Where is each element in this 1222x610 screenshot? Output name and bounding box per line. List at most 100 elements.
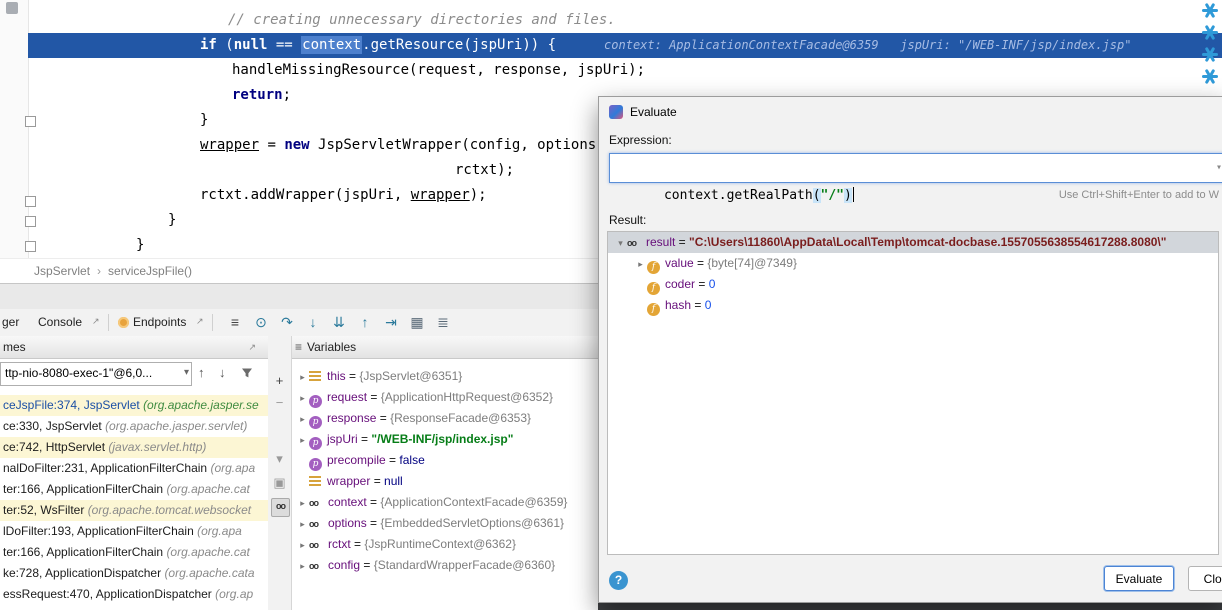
- show-execution-point-icon[interactable]: ⊙: [248, 312, 274, 332]
- variables-list: ▸this = {JspServlet@6351}▸prequest = {Ap…: [292, 359, 598, 576]
- chevron-down-icon[interactable]: ▾: [1216, 154, 1222, 182]
- expand-chevron-icon[interactable]: ▸: [296, 388, 309, 408]
- force-step-into-icon[interactable]: ⇊: [326, 312, 352, 332]
- frame-row[interactable]: ter:166, ApplicationFilterChain (org.apa…: [0, 542, 268, 563]
- watch-glasses-icon: oo: [627, 233, 643, 253]
- code-token: handleMissingResource(request, response,…: [232, 62, 645, 78]
- gear-mark-icon[interactable]: [1202, 2, 1218, 18]
- frame-row[interactable]: essRequest:470, ApplicationDispatcher (o…: [0, 584, 268, 605]
- frame-location: essRequest:470, ApplicationDispatcher: [3, 587, 215, 601]
- frames-header: mes ↗: [0, 336, 268, 359]
- frame-row[interactable]: lDoFilter:193, ApplicationFilterChain (o…: [0, 521, 268, 542]
- remove-watch-icon[interactable]: −: [271, 394, 288, 411]
- chevron-down-icon[interactable]: ▾: [184, 363, 189, 383]
- parameter-icon: p: [309, 458, 322, 471]
- gear-mark-icon[interactable]: [1202, 24, 1218, 40]
- fold-marker-icon[interactable]: [25, 241, 36, 252]
- variable-row[interactable]: ▸prequest = {ApplicationHttpRequest@6352…: [292, 387, 598, 408]
- frame-row[interactable]: ter:166, ApplicationFilterChain (org.apa…: [0, 479, 268, 500]
- expression-input[interactable]: context.getRealPath("/") ▾: [609, 153, 1222, 183]
- variable-name: precompile: [327, 453, 386, 467]
- frame-package: (org.apache.cata: [164, 566, 254, 580]
- duplicate-node-icon[interactable]: ▣: [271, 474, 288, 491]
- dialog-titlebar[interactable]: Evaluate: [599, 97, 1222, 127]
- variables-header: ≡Variables: [292, 336, 598, 359]
- variable-value: {ApplicationContextFacade@6359}: [380, 495, 567, 509]
- code-token: ==: [267, 37, 301, 53]
- thread-selector[interactable]: ttp-nio-8080-exec-1"@6,0... ▾: [0, 362, 192, 386]
- frame-row[interactable]: ce:330, JspServlet (org.apache.jasper.se…: [0, 416, 268, 437]
- filter-frames-icon[interactable]: [241, 367, 253, 382]
- parameter-icon: p: [309, 395, 322, 408]
- view-grid-icon[interactable]: ▦: [404, 312, 430, 332]
- text-caret: [853, 187, 854, 202]
- tab-debugger[interactable]: ger: [2, 315, 19, 329]
- code-token: rctxt);: [455, 162, 514, 178]
- fold-marker-icon[interactable]: [25, 216, 36, 227]
- expand-chevron-icon[interactable]: ▸: [634, 254, 647, 274]
- code-line: // creating unnecessary directories and …: [228, 8, 616, 33]
- gear-mark-icon[interactable]: [1202, 46, 1218, 62]
- expand-chevron-icon[interactable]: ▸: [296, 430, 309, 450]
- settings-menu-icon[interactable]: ≡: [222, 312, 248, 332]
- show-watches-icon[interactable]: oo: [271, 498, 290, 517]
- add-watch-icon[interactable]: +: [271, 372, 288, 389]
- step-into-icon[interactable]: ↓: [300, 312, 326, 332]
- variable-row[interactable]: ▸pjspUri = "/WEB-INF/jsp/index.jsp": [292, 429, 598, 450]
- evaluate-dialog: Evaluate Expression: context.getRealPath…: [598, 96, 1222, 603]
- frame-row[interactable]: ce:742, HttpServlet (javax.servlet.http): [0, 437, 268, 458]
- variable-row[interactable]: ▸ooconfig = {StandardWrapperFacade@6360}: [292, 555, 598, 576]
- pin-icon[interactable]: ↗: [196, 316, 204, 327]
- fold-marker-icon[interactable]: [25, 196, 36, 207]
- breadcrumb-item-method[interactable]: serviceJspFile(): [108, 264, 192, 278]
- tab-console[interactable]: Console: [38, 315, 82, 329]
- frame-row[interactable]: nalDoFilter:231, ApplicationFilterChain …: [0, 458, 268, 479]
- expand-chevron-icon[interactable]: ▸: [296, 409, 309, 429]
- pin-icon[interactable]: ↗: [248, 336, 256, 358]
- variable-row[interactable]: pprecompile = false: [292, 450, 598, 471]
- variable-row[interactable]: fhash = 0: [608, 295, 1218, 316]
- variable-row[interactable]: ▸this = {JspServlet@6351}: [292, 366, 598, 387]
- breadcrumb-item-class[interactable]: JspServlet: [34, 264, 90, 278]
- toolbar-separator: [212, 314, 213, 331]
- equals-sign: =: [370, 474, 384, 488]
- frame-row[interactable]: ceJspFile:374, JspServlet (org.apache.ja…: [0, 395, 268, 416]
- variable-row[interactable]: ▸oorctxt = {JspRuntimeContext@6362}: [292, 534, 598, 555]
- equals-sign: =: [351, 537, 365, 551]
- frame-row[interactable]: ter:52, WsFilter (org.apache.tomcat.webs…: [0, 500, 268, 521]
- view-rows-icon[interactable]: ≣: [430, 312, 456, 332]
- next-frame-icon[interactable]: ↓: [219, 365, 226, 380]
- expand-chevron-icon[interactable]: ▸: [296, 535, 309, 555]
- help-icon[interactable]: ?: [609, 571, 628, 590]
- expand-chevron-icon[interactable]: ▸: [296, 556, 309, 576]
- step-over-icon[interactable]: ↷: [274, 312, 300, 332]
- fold-marker-icon[interactable]: [25, 116, 36, 127]
- run-to-cursor-icon[interactable]: ⇥: [378, 312, 404, 332]
- result-row[interactable]: ▾ooresult = "C:\Users\11860\AppData\Loca…: [608, 232, 1218, 253]
- expand-chevron-icon[interactable]: ▸: [296, 514, 309, 534]
- expand-chevron-icon[interactable]: ▸: [296, 367, 309, 387]
- code-line: }: [136, 233, 144, 258]
- menu-icon[interactable]: ≡: [295, 340, 302, 354]
- collapse-chevron-icon[interactable]: ▾: [614, 233, 627, 253]
- expression-label: Expression:: [609, 133, 672, 147]
- close-button[interactable]: Close: [1188, 566, 1222, 591]
- variable-row[interactable]: ▸presponse = {ResponseFacade@6353}: [292, 408, 598, 429]
- tab-endpoints[interactable]: Endpoints: [133, 315, 186, 329]
- previous-frame-icon[interactable]: ↑: [198, 365, 205, 380]
- variable-row[interactable]: fcoder = 0: [608, 274, 1218, 295]
- code-token: }: [168, 212, 176, 228]
- frame-location: lDoFilter:193, ApplicationFilterChain: [3, 524, 197, 538]
- variable-row[interactable]: wrapper = null: [292, 471, 598, 492]
- variable-row[interactable]: ▸fvalue = {byte[74]@7349}: [608, 253, 1218, 274]
- pin-icon[interactable]: ↗: [92, 316, 100, 327]
- frame-row[interactable]: ke:728, ApplicationDispatcher (org.apach…: [0, 563, 268, 584]
- equals-sign: =: [367, 495, 381, 509]
- gear-mark-icon[interactable]: [1202, 68, 1218, 84]
- step-out-icon[interactable]: ↑: [352, 312, 378, 332]
- expand-chevron-icon[interactable]: ▸: [296, 493, 309, 513]
- evaluate-button[interactable]: Evaluate: [1104, 566, 1174, 591]
- variable-row[interactable]: ▸oooptions = {EmbeddedServletOptions@636…: [292, 513, 598, 534]
- scroll-down-icon[interactable]: ▾: [271, 450, 288, 467]
- variable-row[interactable]: ▸oocontext = {ApplicationContextFacade@6…: [292, 492, 598, 513]
